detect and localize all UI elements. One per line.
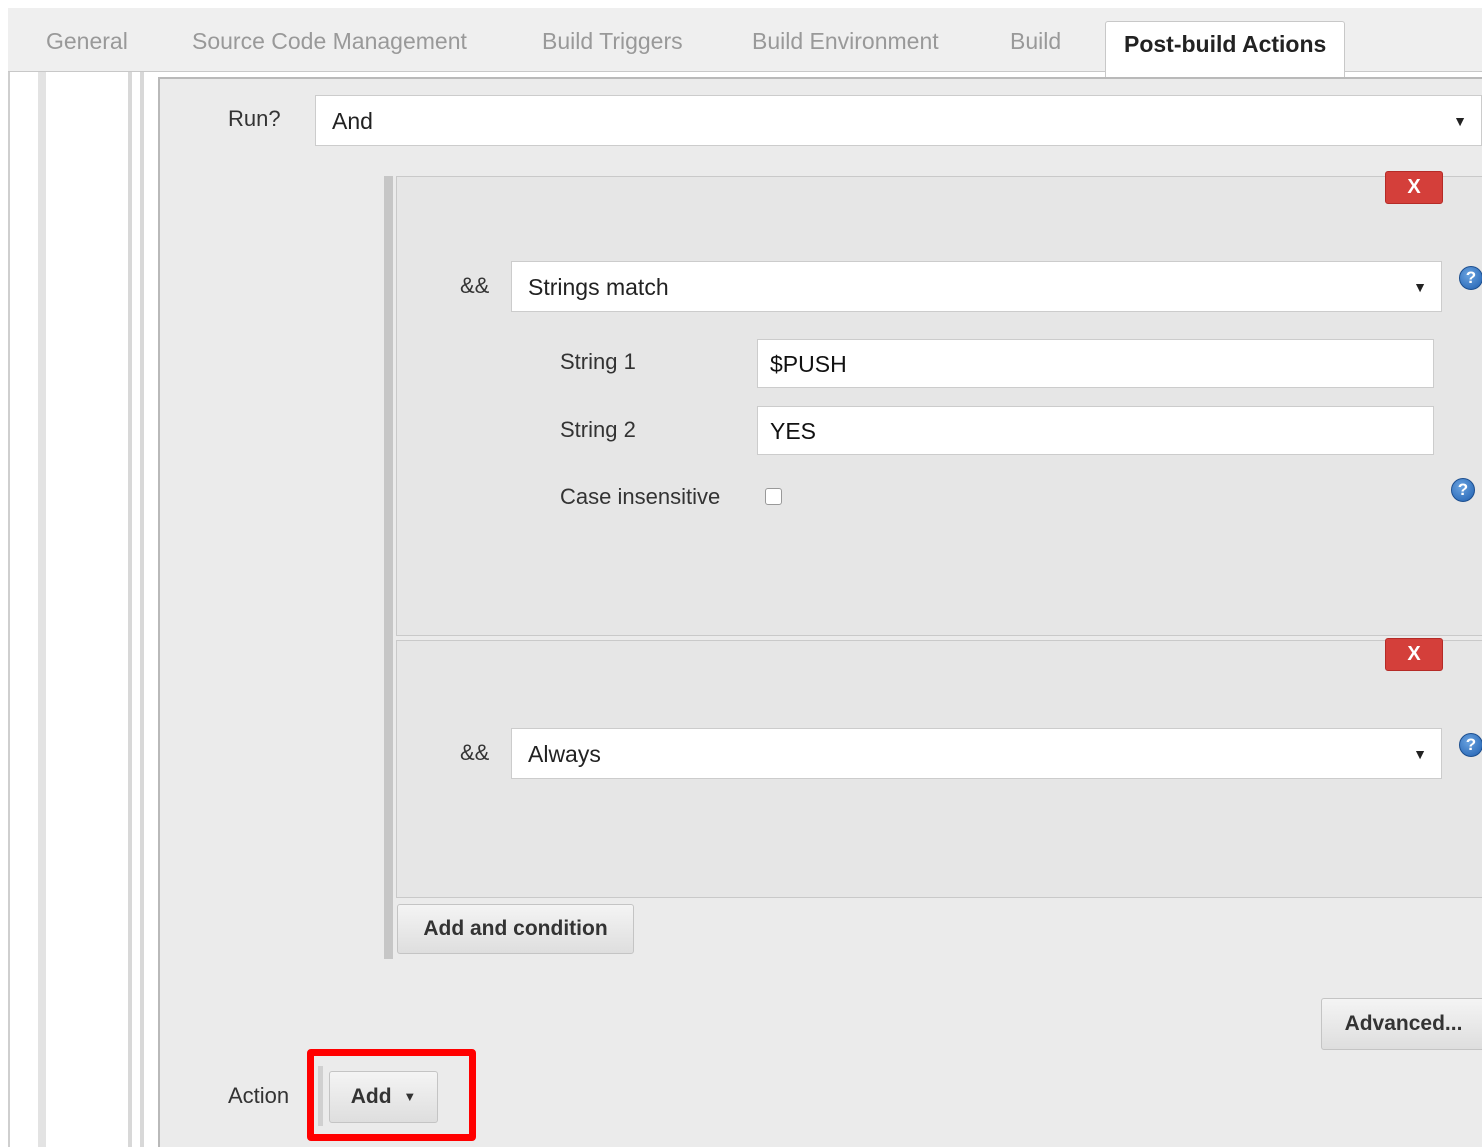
frame-line — [128, 72, 132, 1147]
frame-line — [8, 72, 10, 1147]
condition-2-operator: && — [460, 740, 490, 765]
condition-2-type-value: Always — [528, 741, 601, 767]
string2-label: String 2 — [560, 417, 636, 442]
delete-condition-2-button[interactable]: X — [1385, 638, 1443, 671]
condition-1-type-value: Strings match — [528, 274, 669, 300]
tab-build-triggers[interactable]: Build Triggers — [542, 16, 683, 72]
condition-group-bar — [384, 176, 393, 959]
action-label: Action — [228, 1083, 290, 1108]
caret-down-icon: ▼ — [1413, 279, 1427, 295]
tab-build-environment[interactable]: Build Environment — [752, 16, 939, 72]
frame-line — [38, 72, 46, 1147]
caret-down-icon: ▼ — [1453, 113, 1467, 129]
help-icon[interactable]: ? — [1459, 266, 1482, 290]
run-select-value: And — [332, 108, 373, 134]
frame-line — [140, 72, 144, 1147]
tab-general[interactable]: General — [46, 16, 128, 72]
string1-label: String 1 — [560, 349, 636, 374]
run-select[interactable]: And ▼ — [315, 95, 1482, 146]
caret-down-icon: ▼ — [1413, 746, 1427, 762]
tab-build[interactable]: Build — [1010, 16, 1061, 72]
case-insensitive-checkbox[interactable] — [765, 488, 782, 505]
run-label: Run? — [228, 106, 281, 131]
string2-input[interactable]: YES — [757, 406, 1434, 455]
tab-bar: General Source Code Management Build Tri… — [8, 8, 1482, 81]
help-icon[interactable]: ? — [1451, 478, 1475, 502]
string1-input[interactable]: $PUSH — [757, 339, 1434, 388]
tab-post-build-actions[interactable]: Post-build Actions — [1105, 21, 1346, 81]
condition-1-type-select[interactable]: Strings match ▼ — [511, 261, 1442, 312]
condition-2-type-select[interactable]: Always ▼ — [511, 728, 1442, 779]
condition-1-operator: && — [460, 273, 490, 298]
add-and-condition-button[interactable]: Add and condition — [397, 904, 634, 954]
tab-source-code-management[interactable]: Source Code Management — [192, 16, 467, 72]
delete-condition-1-button[interactable]: X — [1385, 171, 1443, 204]
case-insensitive-label: Case insensitive — [560, 484, 721, 509]
help-icon[interactable]: ? — [1459, 733, 1482, 757]
highlight-annotation — [307, 1049, 476, 1141]
advanced-button[interactable]: Advanced... — [1321, 998, 1482, 1050]
